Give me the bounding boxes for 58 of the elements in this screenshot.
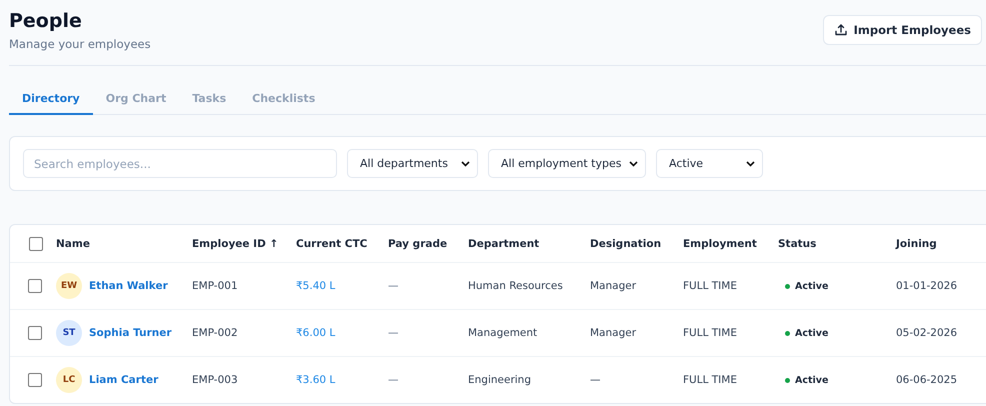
column-header[interactable]: Designation bbox=[590, 238, 683, 250]
row-checkbox[interactable] bbox=[28, 279, 42, 293]
ctc-value: ₹3.60 L bbox=[296, 374, 336, 386]
column-header[interactable]: Employment bbox=[683, 238, 778, 250]
row-checkbox[interactable] bbox=[28, 373, 42, 387]
column-header[interactable]: Status bbox=[778, 238, 896, 250]
filter-dropdown[interactable]: Active bbox=[656, 149, 763, 178]
table-cell: 01-01-2026 bbox=[896, 280, 958, 292]
chevron-down-icon bbox=[461, 160, 470, 166]
table-cell: Human Resources bbox=[468, 280, 563, 292]
select-all-checkbox[interactable] bbox=[29, 236, 43, 250]
column-header[interactable]: Current CTC bbox=[296, 238, 388, 250]
table-cell: — bbox=[388, 374, 398, 386]
chevron-down-icon bbox=[629, 160, 638, 166]
column-header[interactable]: Employee ID ↑ bbox=[192, 238, 296, 250]
table-cell: EMP-001 bbox=[192, 280, 238, 292]
table-cell: FULL TIME bbox=[683, 327, 737, 339]
table-cell: Manager bbox=[590, 327, 636, 339]
import-employees-button[interactable]: Import Employees bbox=[822, 15, 982, 45]
table-cell: EMP-002 bbox=[192, 327, 238, 339]
employee-name-link[interactable]: Liam Carter bbox=[89, 374, 158, 386]
table-cell: Engineering bbox=[468, 374, 531, 386]
tab[interactable]: Directory bbox=[9, 86, 93, 115]
filter-dropdown[interactable]: All employment types bbox=[488, 149, 646, 178]
table-cell: — bbox=[388, 327, 398, 339]
filter-dropdown[interactable]: All departments bbox=[347, 149, 478, 178]
table-cell: FULL TIME bbox=[683, 280, 737, 292]
status-label: Active bbox=[795, 328, 828, 338]
chevron-down-icon bbox=[746, 160, 755, 166]
table-cell: Management bbox=[468, 327, 538, 339]
page-subtitle: Manage your employees bbox=[9, 37, 151, 51]
avatar: ST bbox=[56, 320, 82, 346]
status-dot-icon bbox=[785, 284, 790, 288]
status-label: Active bbox=[795, 374, 828, 386]
table-cell: FULL TIME bbox=[683, 374, 737, 386]
upload-icon bbox=[834, 23, 848, 37]
ctc-value: ₹6.00 L bbox=[296, 327, 336, 339]
table-cell: 06-06-2025 bbox=[896, 374, 958, 386]
column-header[interactable]: Pay grade bbox=[388, 238, 468, 250]
column-header[interactable]: Department bbox=[468, 238, 590, 250]
table-cell: — bbox=[388, 280, 398, 292]
column-header[interactable]: Name bbox=[56, 238, 192, 250]
status-label: Active bbox=[795, 280, 828, 292]
table-cell: EMP-003 bbox=[192, 374, 238, 386]
employee-name-link[interactable]: Ethan Walker bbox=[89, 280, 168, 292]
avatar: EW bbox=[56, 273, 82, 299]
page-title: People bbox=[9, 9, 83, 33]
avatar: LC bbox=[56, 367, 82, 393]
ctc-value: ₹5.40 L bbox=[296, 280, 336, 292]
table-cell: — bbox=[590, 374, 600, 386]
status-dot-icon bbox=[785, 378, 790, 382]
column-header[interactable]: Joining bbox=[896, 238, 976, 250]
employee-name-link[interactable]: Sophia Turner bbox=[89, 327, 172, 339]
status-dot-icon bbox=[785, 330, 790, 336]
table-cell: Manager bbox=[590, 280, 636, 292]
search-field[interactable]: Search employees... bbox=[23, 149, 337, 178]
row-checkbox[interactable] bbox=[28, 326, 42, 340]
table-cell: 05-02-2026 bbox=[896, 327, 958, 339]
